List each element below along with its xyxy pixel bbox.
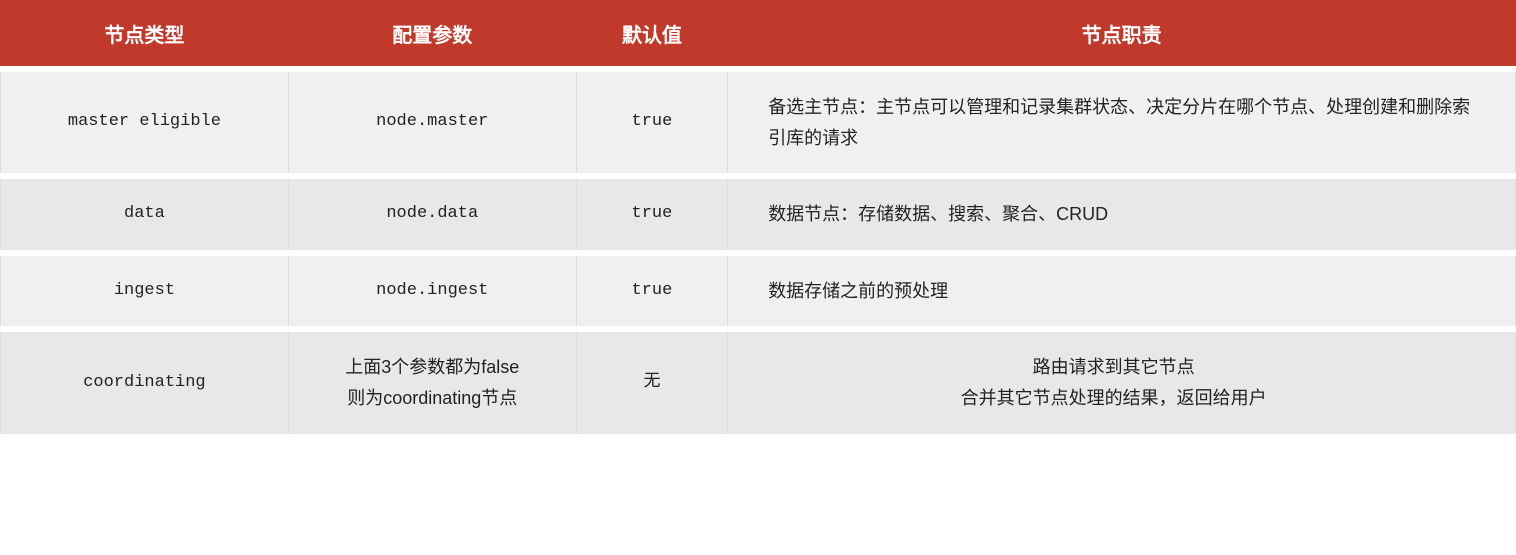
cell-node-type: data [1, 176, 289, 253]
cell-node-type: ingest [1, 253, 289, 330]
cell-node-desc: 数据节点：存储数据、搜索、聚合、CRUD [728, 176, 1516, 253]
cell-default-value: true [576, 253, 728, 330]
desc-line1: 路由请求到其它节点 [1033, 357, 1195, 377]
param-line2: 则为coordinating节点 [347, 388, 517, 408]
cell-node-type: master eligible [1, 69, 289, 176]
cell-default-value: 无 [576, 329, 728, 436]
header-default-value: 默认值 [576, 1, 728, 70]
desc-line2: 合并其它节点处理的结果，返回给用户 [961, 388, 1267, 408]
cell-config-param: node.master [288, 69, 576, 176]
cell-node-desc: 路由请求到其它节点合并其它节点处理的结果，返回给用户 [728, 329, 1516, 436]
cell-node-desc: 数据存储之前的预处理 [728, 253, 1516, 330]
node-types-table: 节点类型 配置参数 默认值 节点职责 master eligiblenode.m… [0, 0, 1516, 440]
cell-config-param: node.ingest [288, 253, 576, 330]
main-table-container: 节点类型 配置参数 默认值 节点职责 master eligiblenode.m… [0, 0, 1516, 440]
header-node-desc: 节点职责 [728, 1, 1516, 70]
table-header-row: 节点类型 配置参数 默认值 节点职责 [1, 1, 1516, 70]
cell-config-param: node.data [288, 176, 576, 253]
cell-config-param: 上面3个参数都为false 则为coordinating节点 [288, 329, 576, 436]
param-line1: 上面3个参数都为false [345, 357, 519, 377]
cell-node-type: coordinating [1, 329, 289, 436]
cell-default-value: true [576, 69, 728, 176]
table-row: ingestnode.ingesttrue数据存储之前的预处理 [1, 253, 1516, 330]
table-row: coordinating 上面3个参数都为false 则为coordinating节… [1, 329, 1516, 436]
cell-default-value: true [576, 176, 728, 253]
header-config-param: 配置参数 [288, 1, 576, 70]
header-node-type: 节点类型 [1, 1, 289, 70]
cell-node-desc: 备选主节点：主节点可以管理和记录集群状态、决定分片在哪个节点、处理创建和删除索引… [728, 69, 1516, 176]
table-row: master eligiblenode.mastertrue备选主节点：主节点可… [1, 69, 1516, 176]
table-row: datanode.datatrue数据节点：存储数据、搜索、聚合、CRUD [1, 176, 1516, 253]
